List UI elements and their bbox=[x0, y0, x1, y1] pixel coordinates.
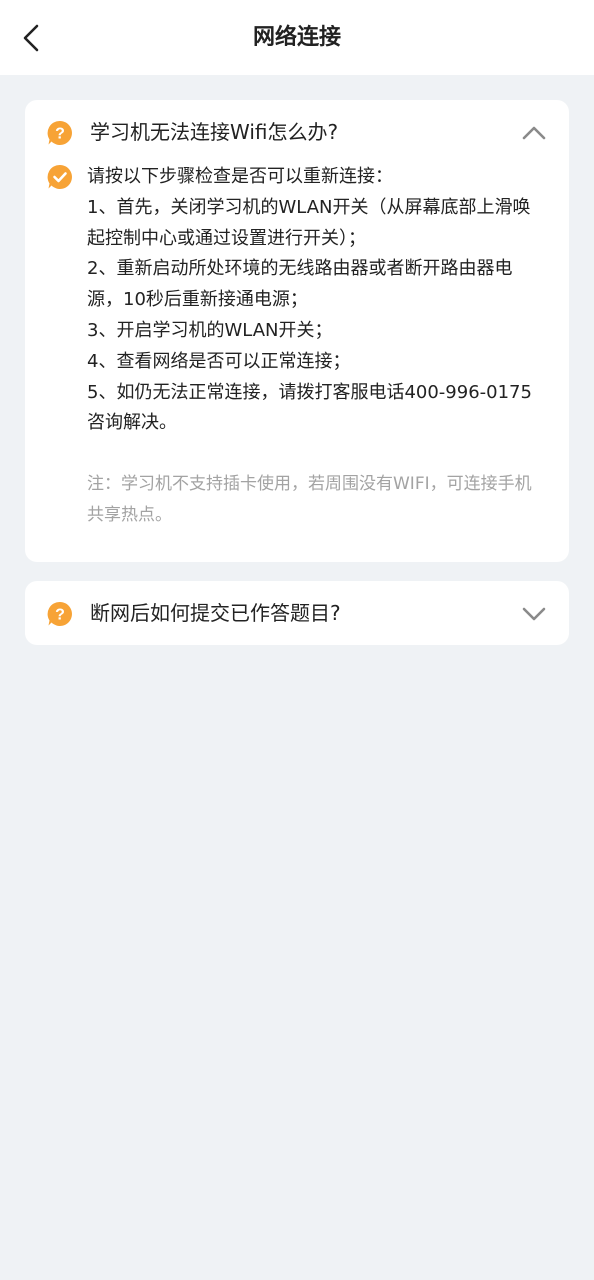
answer-line: 3、开启学习机的WLAN开关； bbox=[87, 319, 333, 341]
chevron-down-icon[interactable] bbox=[521, 601, 547, 627]
top-bar: 网络连接 bbox=[0, 0, 594, 75]
answer-line: 4、查看网络是否可以正常连接； bbox=[87, 350, 351, 372]
answer-line: 请按以下步骤检查是否可以重新连接： bbox=[87, 166, 393, 187]
faq-item-wifi: ? 学习机无法连接Wifi怎么办? 请按以下步骤检查是否可以重新连接： 1、首先… bbox=[25, 100, 569, 562]
svg-text:?: ? bbox=[55, 126, 65, 143]
question-bubble-icon: ? bbox=[47, 120, 72, 145]
answer-line: 2、重新启动所处环境的无线路由器或者断开路由器电源，10秒后重新接通电源； bbox=[87, 258, 513, 311]
chevron-up-icon[interactable] bbox=[521, 120, 547, 146]
question-bubble-icon: ? bbox=[47, 601, 72, 626]
faq-question-text: 学习机无法连接Wifi怎么办? bbox=[90, 120, 339, 144]
svg-text:?: ? bbox=[55, 607, 65, 624]
answer-line: 5、如仍无法正常连接，请拨打客服电话400-996-0175咨询解决。 bbox=[87, 381, 532, 434]
check-bubble-icon bbox=[47, 164, 72, 189]
faq-note: 注：学习机不支持插卡使用，若周围没有WIFI，可连接手机共享热点。 bbox=[87, 474, 532, 525]
faq-question-row[interactable]: ? 断网后如何提交已作答题目? bbox=[25, 581, 569, 645]
answer-line: 1、首先，关闭学习机的WLAN开关（从屏幕底部上滑唤起控制中心或通过设置进行开关… bbox=[87, 196, 531, 249]
faq-question-text: 断网后如何提交已作答题目? bbox=[90, 601, 341, 625]
page-title: 网络连接 bbox=[252, 25, 341, 50]
faq-item-offline-submit: ? 断网后如何提交已作答题目? bbox=[25, 581, 569, 645]
faq-answer: 请按以下步骤检查是否可以重新连接： 1、首先，关闭学习机的WLAN开关（从屏幕底… bbox=[87, 162, 547, 439]
faq-question-row[interactable]: ? 学习机无法连接Wifi怎么办? bbox=[25, 100, 569, 164]
